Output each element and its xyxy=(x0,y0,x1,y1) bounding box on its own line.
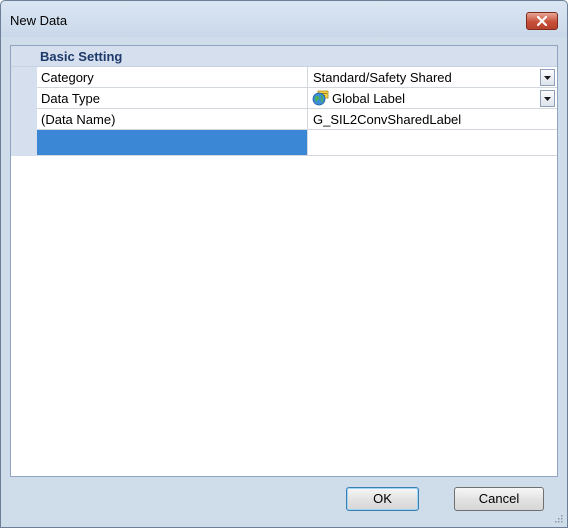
category-dropdown-button[interactable] xyxy=(540,69,555,86)
cancel-button[interactable]: Cancel xyxy=(454,487,544,511)
property-row-category[interactable]: Category Standard/Safety Shared xyxy=(37,67,557,88)
category-label: Basic Setting xyxy=(40,49,123,64)
close-icon xyxy=(537,16,547,26)
property-value: G_SIL2ConvSharedLabel xyxy=(313,112,462,127)
chevron-down-icon xyxy=(544,75,551,80)
property-grid[interactable]: Basic Setting Category Standard/Safety S… xyxy=(10,45,558,477)
property-value[interactable] xyxy=(308,130,557,155)
data-name-value-field[interactable]: G_SIL2ConvSharedLabel xyxy=(308,109,557,129)
window-title: New Data xyxy=(10,13,68,28)
property-value: Standard/Safety Shared xyxy=(313,70,452,85)
property-name xyxy=(37,130,308,155)
new-data-dialog: New Data Basic Setting Category Standard… xyxy=(0,0,568,528)
property-value: Global Label xyxy=(332,91,405,106)
property-name: Data Type xyxy=(37,88,308,108)
category-value-field[interactable]: Standard/Safety Shared xyxy=(308,67,557,87)
close-button[interactable] xyxy=(526,12,558,30)
property-row-data-type[interactable]: Data Type Global Label xyxy=(37,88,557,109)
title-bar[interactable]: New Data xyxy=(1,1,567,37)
data-type-dropdown-button[interactable] xyxy=(540,90,555,107)
globe-label-icon xyxy=(312,90,329,106)
resize-grip-icon[interactable] xyxy=(553,513,563,523)
category-header-basic-setting[interactable]: Basic Setting xyxy=(11,46,557,67)
property-name: Category xyxy=(37,67,308,87)
property-name: (Data Name) xyxy=(37,109,308,129)
data-type-value-field[interactable]: Global Label xyxy=(308,88,557,108)
ok-button[interactable]: OK xyxy=(346,487,419,511)
property-row-empty-selected[interactable] xyxy=(37,130,557,156)
property-row-data-name[interactable]: (Data Name) G_SIL2ConvSharedLabel xyxy=(37,109,557,130)
chevron-down-icon xyxy=(544,96,551,101)
